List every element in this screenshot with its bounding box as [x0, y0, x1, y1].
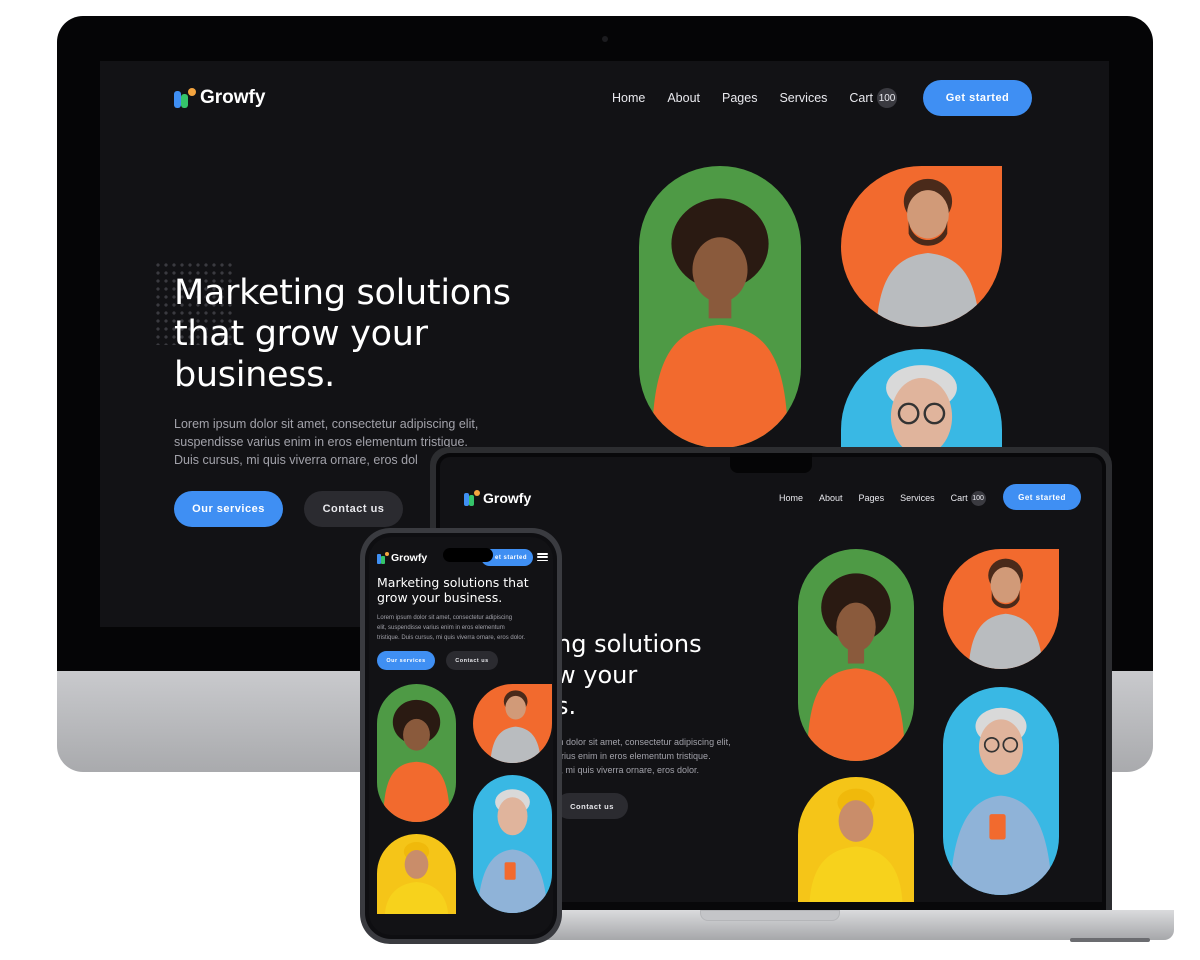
- photo-bearded-man: [943, 549, 1059, 669]
- paragraph-line: elit, suspendisse varius enim in eros el…: [377, 625, 505, 631]
- paragraph-line: tristique. Duis cursus, mi quis viverra …: [377, 635, 526, 641]
- photo-bearded-man: [841, 166, 1002, 327]
- laptop-notch: [730, 453, 812, 473]
- headline-line-3: business.: [174, 355, 335, 395]
- photo-bearded-man: [473, 684, 552, 763]
- contact-us-button[interactable]: Contact us: [304, 491, 403, 527]
- bearded-man-figure: [968, 558, 1043, 669]
- photo-older-man-glasses: [473, 775, 552, 913]
- nav-item-home[interactable]: Home: [612, 91, 645, 105]
- laptop-foot: [1070, 938, 1150, 942]
- older-man-figure: [886, 365, 957, 449]
- phone-screen: Growfy et started Marketing solutions th…: [369, 537, 553, 935]
- get-started-button[interactable]: Get started: [1003, 484, 1081, 510]
- brand-name: Growfy: [391, 552, 428, 564]
- hero-paragraph: Lorem ipsum dolor sit amet, consectetur …: [377, 613, 525, 643]
- paragraph-line: suspendisse varius enim in eros elementu…: [174, 435, 468, 449]
- nav-item-cart[interactable]: Cart: [951, 493, 968, 503]
- photo-man-yellow-beanie: [798, 777, 914, 902]
- nav-item-home[interactable]: Home: [779, 493, 803, 503]
- bearded-man-figure: [490, 690, 541, 763]
- photo-woman-curly-hair: [798, 549, 914, 761]
- get-started-button[interactable]: Get started: [923, 80, 1032, 116]
- laptop-nav: Home About Pages Services Cart 100: [779, 490, 986, 506]
- photo-older-man-glasses: [841, 349, 1002, 449]
- older-man-figure: [949, 707, 1053, 895]
- photo-woman-curly-hair: [639, 166, 801, 448]
- our-services-button[interactable]: Our services: [377, 651, 435, 670]
- nav-item-about[interactable]: About: [667, 91, 700, 105]
- nav-item-services[interactable]: Services: [900, 493, 935, 503]
- hamburger-menu-icon[interactable]: [537, 553, 548, 561]
- older-man-figure: [477, 789, 548, 913]
- nav-item-pages[interactable]: Pages: [722, 91, 757, 105]
- woman-curly-hair-figure: [651, 198, 789, 448]
- photo-older-man-glasses: [943, 687, 1059, 895]
- cart-count-badge: 100: [877, 88, 898, 108]
- logo-icon: [174, 87, 196, 109]
- man-yellow-beanie-figure: [384, 842, 449, 914]
- headline-line-1: Marketing solutions: [174, 273, 511, 313]
- cart-count-badge: 100: [970, 490, 986, 506]
- paragraph-line: arius enim in eros elementum tristique.: [556, 751, 711, 761]
- logo-icon: [464, 490, 480, 506]
- headline-line-2: that grow your: [174, 314, 428, 354]
- desktop-logo[interactable]: Growfy: [174, 87, 265, 109]
- monitor-camera: [602, 36, 608, 42]
- paragraph-line: s, mi quis viverra ornare, eros dolor.: [556, 765, 700, 775]
- phone: Growfy et started Marketing solutions th…: [360, 528, 562, 944]
- hero-headline: Marketing solutions that grow your busin…: [174, 273, 511, 396]
- headline-line-3: s.: [556, 692, 577, 720]
- contact-us-button[interactable]: Contact us: [556, 793, 628, 819]
- laptop-opening-groove: [700, 910, 840, 921]
- hero-headline: ng solutions w your s.: [556, 629, 702, 722]
- laptop-logo[interactable]: Growfy: [464, 489, 531, 507]
- brand-name: Growfy: [200, 87, 266, 108]
- paragraph-line: Lorem ipsum dolor sit amet, consectetur …: [377, 615, 513, 621]
- nav-item-about[interactable]: About: [819, 493, 843, 503]
- phone-logo[interactable]: Growfy: [377, 551, 427, 565]
- headline-line-2: grow your business.: [377, 590, 503, 605]
- phone-bezel: Growfy et started Marketing solutions th…: [365, 533, 557, 939]
- photo-woman-curly-hair: [377, 684, 456, 822]
- headline-line-1: ng solutions: [556, 630, 702, 658]
- headline-line-1: Marketing solutions that: [377, 575, 529, 590]
- laptop-base: [524, 910, 1174, 940]
- desktop-nav: Home About Pages Services Cart 100: [612, 88, 898, 108]
- devices-mockup: Growfy Home About Pages Services Cart 10…: [0, 0, 1200, 960]
- brand-name: Growfy: [483, 490, 532, 506]
- woman-curly-hair-figure: [807, 573, 905, 761]
- our-services-button[interactable]: Our services: [174, 491, 283, 527]
- hero-paragraph: m dolor sit amet, consectetur adipiscing…: [556, 735, 731, 777]
- nav-item-pages[interactable]: Pages: [859, 493, 885, 503]
- paragraph-line: m dolor sit amet, consectetur adipiscing…: [556, 737, 731, 747]
- hero-headline: Marketing solutions that grow your busin…: [377, 575, 529, 605]
- photo-man-yellow-beanie: [377, 834, 456, 914]
- bearded-man-figure: [876, 178, 980, 327]
- paragraph-line: Lorem ipsum dolor sit amet, consectetur …: [174, 417, 479, 431]
- phone-dynamic-island: [443, 548, 493, 562]
- woman-curly-hair-figure: [383, 699, 450, 822]
- man-yellow-beanie-figure: [809, 788, 903, 902]
- headline-line-2: w your: [556, 661, 638, 689]
- nav-item-cart[interactable]: Cart: [849, 91, 873, 105]
- nav-item-services[interactable]: Services: [779, 91, 827, 105]
- logo-icon: [377, 552, 389, 564]
- contact-us-button[interactable]: Contact us: [446, 651, 498, 670]
